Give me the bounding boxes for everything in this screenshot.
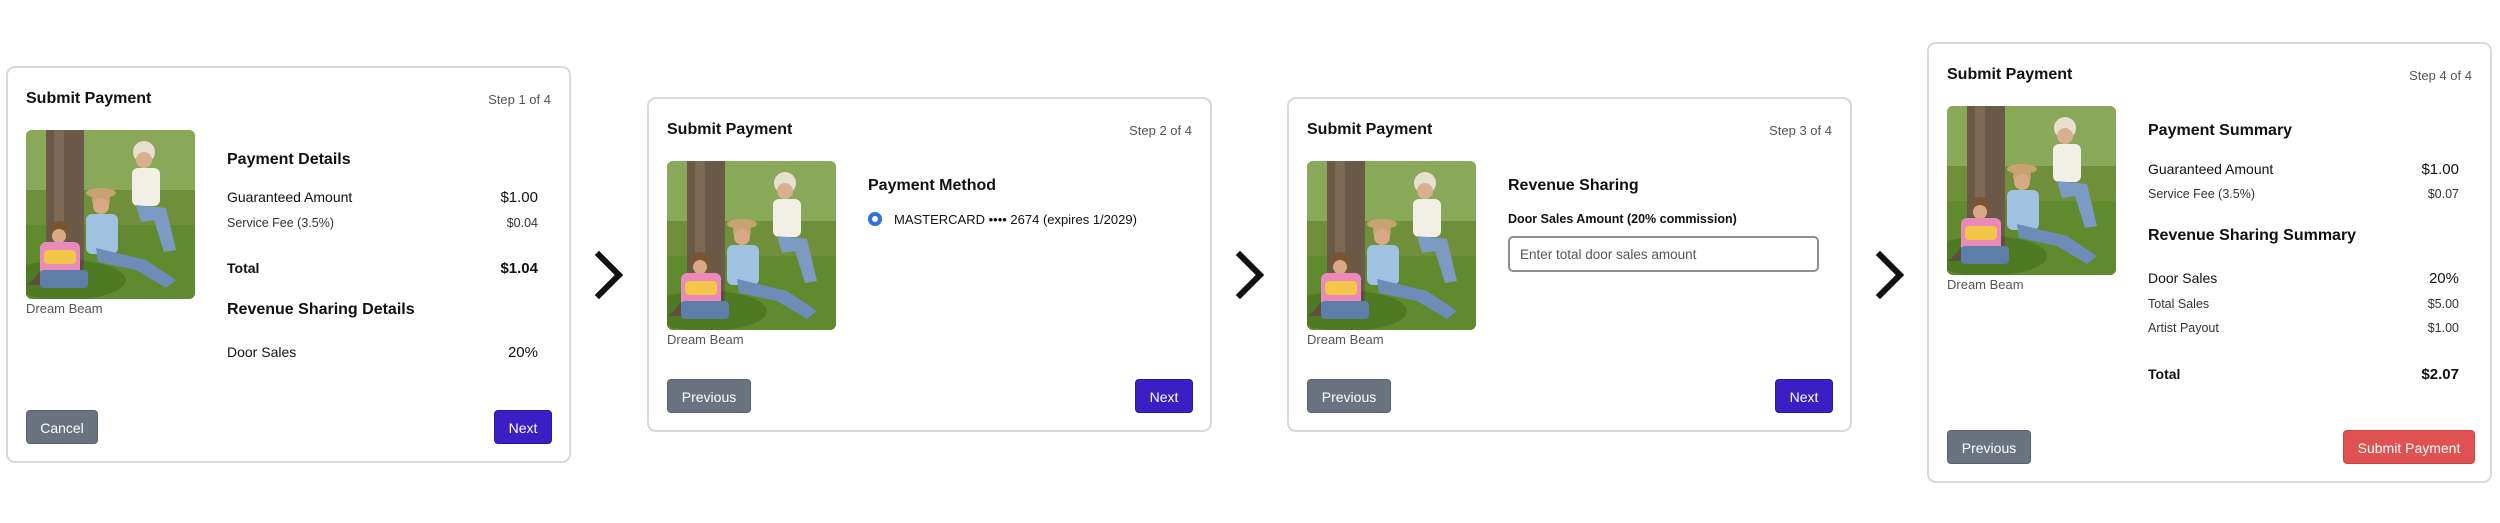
door-sales-label: Door Sales bbox=[2148, 270, 2218, 286]
guaranteed-amount-row: Guaranteed Amount $1.00 bbox=[2148, 161, 2459, 178]
total-value: $1.04 bbox=[500, 260, 538, 277]
payment-step-2-card: Submit Payment Step 2 of 4 Dream Beam Pa… bbox=[647, 97, 1212, 432]
revenue-sharing-heading: Revenue Sharing bbox=[1508, 177, 1639, 194]
door-sales-row: Door Sales 20% bbox=[2148, 270, 2459, 287]
submit-payment-button[interactable]: Submit Payment bbox=[2343, 430, 2475, 464]
door-sales-amount-label: Door Sales Amount (20% commission) bbox=[1508, 212, 1737, 226]
total-row: Total $1.04 bbox=[227, 260, 538, 277]
artist-name-caption: Dream Beam bbox=[667, 332, 744, 347]
cancel-button[interactable]: Cancel bbox=[26, 410, 98, 444]
guaranteed-amount-value: $1.00 bbox=[2421, 161, 2459, 178]
previous-button[interactable]: Previous bbox=[1307, 379, 1391, 413]
door-sales-amount-input[interactable] bbox=[1508, 236, 1819, 272]
next-button[interactable]: Next bbox=[494, 410, 552, 444]
radio-selected-icon[interactable] bbox=[868, 212, 882, 226]
card-title: Submit Payment bbox=[26, 90, 152, 107]
chevron-right-icon bbox=[590, 245, 630, 305]
total-value: $2.07 bbox=[2421, 366, 2459, 383]
artist-name-caption: Dream Beam bbox=[1307, 332, 1384, 347]
step-indicator: Step 1 of 4 bbox=[488, 92, 551, 107]
payment-method-option[interactable]: MASTERCARD •••• 2674 (expires 1/2029) bbox=[894, 212, 1137, 227]
service-fee-row: Service Fee (3.5%) $0.07 bbox=[2148, 187, 2459, 201]
artist-payout-value: $1.00 bbox=[2427, 321, 2459, 335]
total-sales-value: $5.00 bbox=[2427, 297, 2459, 311]
total-label: Total bbox=[227, 260, 260, 276]
payment-method-heading: Payment Method bbox=[868, 177, 997, 194]
artist-name-caption: Dream Beam bbox=[26, 301, 103, 316]
payment-step-1-card: Submit Payment Step 1 of 4 Dream Beam Pa… bbox=[6, 66, 571, 463]
card-title: Submit Payment bbox=[1947, 66, 2073, 83]
revenue-sharing-summary-heading: Revenue Sharing Summary bbox=[2148, 227, 2357, 244]
card-title: Submit Payment bbox=[667, 121, 793, 138]
artist-photo bbox=[1947, 106, 2116, 275]
door-sales-value: 20% bbox=[507, 344, 538, 361]
step-indicator: Step 2 of 4 bbox=[1129, 123, 1192, 138]
step-indicator: Step 3 of 4 bbox=[1769, 123, 1832, 138]
next-button[interactable]: Next bbox=[1775, 379, 1833, 413]
service-fee-value: $0.07 bbox=[2427, 187, 2459, 201]
service-fee-value: $0.04 bbox=[506, 216, 538, 230]
service-fee-label: Service Fee (3.5%) bbox=[2148, 187, 2255, 201]
total-label: Total bbox=[2148, 366, 2181, 382]
service-fee-label: Service Fee (3.5%) bbox=[227, 216, 334, 230]
previous-button[interactable]: Previous bbox=[667, 379, 751, 413]
total-sales-label: Total Sales bbox=[2148, 297, 2210, 311]
artist-photo bbox=[1307, 161, 1476, 330]
payment-details-heading: Payment Details bbox=[227, 151, 351, 168]
guaranteed-amount-row: Guaranteed Amount $1.00 bbox=[227, 189, 538, 206]
artist-photo bbox=[26, 130, 195, 299]
artist-payout-label: Artist Payout bbox=[2148, 321, 2219, 335]
payment-summary-heading: Payment Summary bbox=[2148, 122, 2293, 139]
total-sales-row: Total Sales $5.00 bbox=[2148, 297, 2459, 311]
card-title: Submit Payment bbox=[1307, 121, 1433, 138]
previous-button[interactable]: Previous bbox=[1947, 430, 2031, 464]
guaranteed-amount-value: $1.00 bbox=[500, 189, 538, 206]
step-indicator: Step 4 of 4 bbox=[2409, 68, 2472, 83]
service-fee-row: Service Fee (3.5%) $0.04 bbox=[227, 216, 538, 230]
door-sales-row: Door Sales 20% bbox=[227, 344, 538, 361]
guaranteed-amount-label: Guaranteed Amount bbox=[227, 189, 353, 205]
payment-step-4-card: Submit Payment Step 4 of 4 Dream Beam Pa… bbox=[1927, 42, 2492, 483]
chevron-right-icon bbox=[1871, 245, 1911, 305]
door-sales-value: 20% bbox=[2428, 270, 2459, 287]
next-button[interactable]: Next bbox=[1135, 379, 1193, 413]
payment-step-3-card: Submit Payment Step 3 of 4 Dream Beam Re… bbox=[1287, 97, 1852, 432]
artist-name-caption: Dream Beam bbox=[1947, 277, 2024, 292]
artist-photo bbox=[667, 161, 836, 330]
artist-payout-row: Artist Payout $1.00 bbox=[2148, 321, 2459, 335]
guaranteed-amount-label: Guaranteed Amount bbox=[2148, 161, 2274, 177]
chevron-right-icon bbox=[1231, 245, 1271, 305]
revenue-sharing-details-heading: Revenue Sharing Details bbox=[227, 301, 415, 318]
total-row: Total $2.07 bbox=[2148, 366, 2459, 383]
door-sales-label: Door Sales bbox=[227, 344, 297, 360]
